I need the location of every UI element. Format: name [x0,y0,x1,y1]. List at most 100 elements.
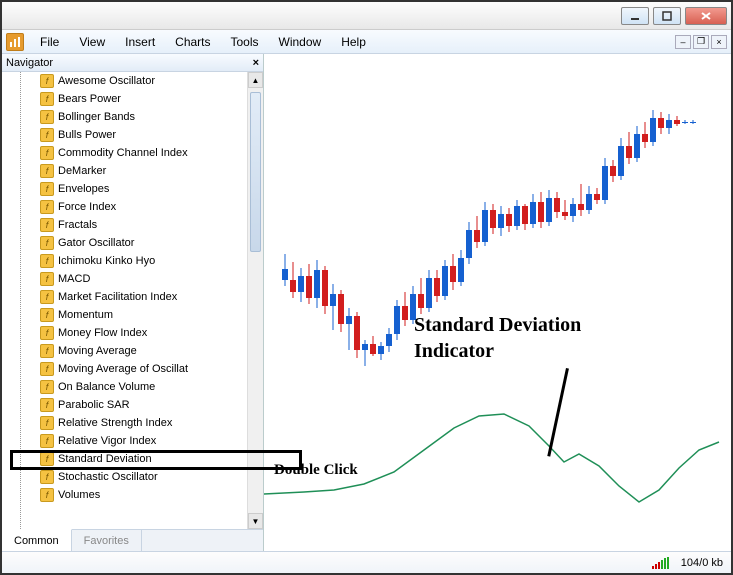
indicator-label: Envelopes [58,183,109,195]
indicator-label: Commodity Channel Index [58,147,188,159]
navigator-title: Navigator [6,57,53,69]
app-window: FileViewInsertChartsToolsWindowHelp – ❐ … [0,0,733,575]
indicator-label: Moving Average [58,345,137,357]
scroll-up-button[interactable]: ▲ [248,72,263,88]
indicator-f-icon: f [40,380,54,394]
indicator-item[interactable]: f Bulls Power [2,126,247,144]
indicator-label: On Balance Volume [58,381,155,393]
indicator-item[interactable]: f Volumes [2,486,247,504]
tab-favorites[interactable]: Favorites [72,530,142,551]
indicator-item[interactable]: fRelative Strength Index [2,414,247,432]
indicator-item[interactable]: fStochastic Oscillator [2,468,247,486]
connection-icon [652,557,669,569]
menu-insert[interactable]: Insert [115,33,165,51]
menu-tools[interactable]: Tools [221,33,269,51]
indicator-f-icon: f [40,326,54,340]
indicator-label: Money Flow Index [58,327,147,339]
indicator-f-icon: f [40,92,54,106]
close-button[interactable] [685,7,727,25]
indicator-item[interactable]: fForce Index [2,198,247,216]
indicator-item[interactable]: f Money Flow Index [2,324,247,342]
indicator-label: Fractals [58,219,97,231]
mdi-close-button[interactable]: × [711,35,727,49]
annotation-title-line1: Standard Deviation [414,314,581,337]
scroll-thumb[interactable] [250,92,261,252]
indicator-item[interactable]: f Bears Power [2,90,247,108]
indicator-item[interactable]: fMoving Average [2,342,247,360]
mdi-restore-button[interactable]: ❐ [693,35,709,49]
maximize-button[interactable] [653,7,681,25]
navigator-tree[interactable]: f Awesome Oscillator f Bears Power f Bollinge… [2,72,263,529]
indicator-f-icon: f [40,236,54,250]
status-traffic: 104/0 kb [681,557,723,569]
indicator-f-icon: f [40,470,54,484]
indicator-item[interactable]: fParabolic SAR [2,396,247,414]
indicator-f-icon: f [40,128,54,142]
indicator-f-icon: f [40,488,54,502]
menu-view[interactable]: View [69,33,115,51]
indicator-item[interactable]: f Bollinger Bands [2,108,247,126]
menu-window[interactable]: Window [269,33,332,51]
menu-file[interactable]: File [30,33,69,51]
indicator-item[interactable]: f Awesome Oscillator [2,72,247,90]
mdi-minimize-button[interactable]: – [675,35,691,49]
indicator-f-icon: f [40,416,54,430]
indicator-label: DeMarker [58,165,106,177]
menubar: FileViewInsertChartsToolsWindowHelp – ❐ … [2,30,731,54]
indicator-f-icon: f [40,272,54,286]
indicator-f-icon: f [40,254,54,268]
indicator-label: Market Facilitation Index [58,291,177,303]
tab-common[interactable]: Common [2,529,72,551]
indicator-f-icon: f [40,200,54,214]
navigator-tabs: Common Favorites [2,529,263,551]
annotation-title-line2: Indicator [414,340,494,363]
indicator-item[interactable]: fCommodity Channel Index [2,144,247,162]
indicator-label: Gator Oscillator [58,237,134,249]
titlebar [2,2,731,30]
scroll-down-button[interactable]: ▼ [248,513,263,529]
indicator-f-icon: f [40,110,54,124]
indicator-item[interactable]: fIchimoku Kinko Hyo [2,252,247,270]
indicator-item[interactable]: f DeMarker [2,162,247,180]
minimize-icon [630,11,640,21]
indicator-label: Bears Power [58,93,121,105]
indicator-label: Bollinger Bands [58,111,135,123]
indicator-label: Volumes [58,489,100,501]
indicator-item[interactable]: f On Balance Volume [2,378,247,396]
app-icon [6,33,24,51]
indicator-item[interactable]: fMACD [2,270,247,288]
menu-help[interactable]: Help [331,33,376,51]
indicator-label: Relative Vigor Index [58,435,156,447]
indicator-f-icon: f [40,308,54,322]
navigator-header: Navigator × [2,54,263,72]
maximize-icon [662,11,672,21]
chart-area[interactable]: Standard Deviation Indicator Double Clic… [264,54,731,551]
indicator-item[interactable]: f Relative Vigor Index [2,432,247,450]
indicator-f-icon: f [40,164,54,178]
indicator-f-icon: f [40,362,54,376]
indicator-item[interactable]: f Gator Oscillator [2,234,247,252]
indicator-label: Moving Average of Oscillat [58,363,188,375]
chart-icon [9,36,21,48]
indicator-item[interactable]: f Momentum [2,306,247,324]
indicator-label: Bulls Power [58,129,116,141]
tree-scrollbar[interactable]: ▲ ▼ [247,72,263,529]
indicator-item[interactable]: fStandard Deviation [2,450,247,468]
navigator-close-button[interactable]: × [253,57,259,69]
indicator-f-icon: f [40,182,54,196]
menu-charts[interactable]: Charts [165,33,220,51]
indicator-item[interactable]: f Moving Average of Oscillat [2,360,247,378]
indicator-f-icon: f [40,74,54,88]
indicator-f-icon: f [40,434,54,448]
indicator-f-icon: f [40,218,54,232]
indicator-item[interactable]: f Fractals [2,216,247,234]
close-icon [700,11,712,21]
workspace: Navigator × f Awesome Oscillator f Bears Po… [2,54,731,551]
minimize-button[interactable] [621,7,649,25]
indicator-label: Parabolic SAR [58,399,130,411]
navigator-panel: Navigator × f Awesome Oscillator f Bears Po… [2,54,264,551]
indicator-label: Awesome Oscillator [58,75,155,87]
indicator-label: Momentum [58,309,113,321]
indicator-item[interactable]: fMarket Facilitation Index [2,288,247,306]
indicator-item[interactable]: f Envelopes [2,180,247,198]
